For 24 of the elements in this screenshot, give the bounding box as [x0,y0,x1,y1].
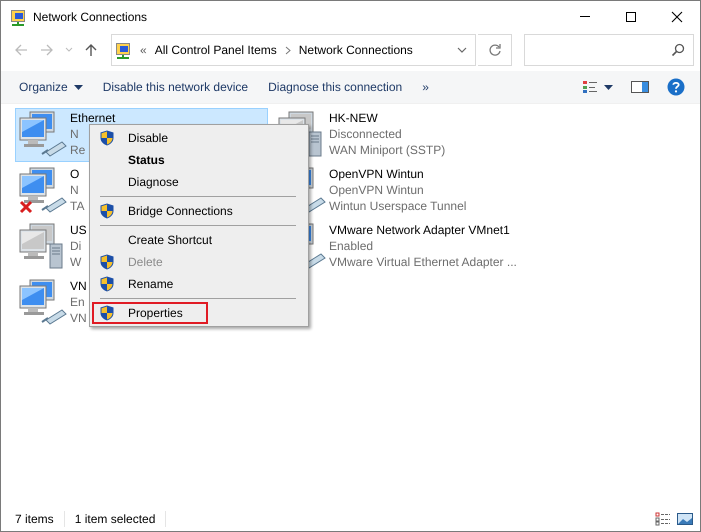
device-name: VN [70,310,87,326]
status-text: 7 items [15,511,65,527]
device-name: WAN Miniport (SSTP) [329,142,446,158]
device-name: W [70,254,82,270]
connection-status: Enabled [329,238,374,254]
device-name: VMware Virtual Ethernet Adapter ... [329,254,517,270]
window-title: Network Connections [33,10,148,24]
connection-name: OpenVPN Wintun [329,166,425,182]
device-name: Re [70,142,86,158]
connection-name: VMware Network Adapter VMnet1 [329,222,511,238]
connection-name: HK-NEW [329,110,379,126]
device-name: TA [70,198,84,214]
connection-status: En [70,294,86,310]
connection-name: US [70,222,87,238]
connection-status: N [70,126,80,142]
connection-status: Disconnected [329,126,403,142]
device-name: Wintun Userspace Tunnel [329,198,466,214]
connection-name: VN [70,278,87,294]
connection-name: Ethernet [70,110,116,126]
status-text: 1 item selected [74,511,166,527]
connection-status: OpenVPN Wintun [329,182,425,198]
connection-status: Di [70,238,82,254]
connection-name: O [70,166,80,182]
connection-status: N [70,182,80,198]
